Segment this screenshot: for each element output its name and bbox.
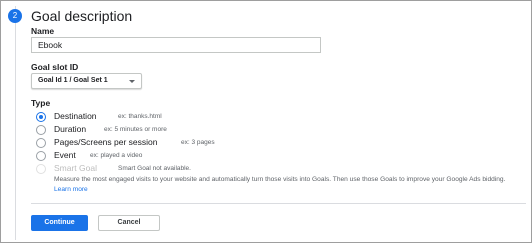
goal-name-input[interactable]: Ebook <box>31 37 321 53</box>
option-hint: ex: 3 pages <box>181 139 215 146</box>
step-number-badge: 2 <box>8 9 22 23</box>
option-hint: ex: 5 minutes or more <box>104 126 167 133</box>
option-label: Smart Goal <box>54 163 97 173</box>
goal-slot-selected-value: Goal Id 1 / Goal Set 1 <box>38 77 108 84</box>
smart-goal-description: Measure the most engaged visits to your … <box>54 175 524 194</box>
goal-slot-dropdown[interactable]: Goal Id 1 / Goal Set 1 <box>31 73 142 89</box>
radio-pages-screens[interactable] <box>36 138 46 148</box>
caret-down-icon <box>129 80 135 83</box>
radio-duration[interactable] <box>36 125 46 135</box>
name-label: Name <box>31 26 55 36</box>
section-title: Goal description <box>31 8 133 24</box>
option-hint: ex: thanks.html <box>118 113 162 120</box>
learn-more-link[interactable]: Learn more <box>54 186 88 193</box>
divider <box>31 203 526 204</box>
goal-slot-label: Goal slot ID <box>31 62 79 72</box>
smart-goal-description-text: Measure the most engaged visits to your … <box>54 176 506 183</box>
radio-event[interactable] <box>36 151 46 161</box>
option-label: Pages/Screens per session <box>54 137 158 147</box>
radio-destination[interactable] <box>36 112 46 122</box>
option-label: Duration <box>54 124 87 134</box>
option-hint: ex: played a video <box>90 152 143 159</box>
cancel-button[interactable]: Cancel <box>98 215 160 231</box>
radio-smart-goal <box>36 164 46 174</box>
option-label: Event <box>54 150 76 160</box>
type-label: Type <box>31 98 51 108</box>
option-label: Destination <box>54 111 97 121</box>
option-hint: Smart Goal not available. <box>118 165 191 172</box>
continue-button[interactable]: Continue <box>31 215 88 231</box>
step-connector-line <box>15 6 16 240</box>
